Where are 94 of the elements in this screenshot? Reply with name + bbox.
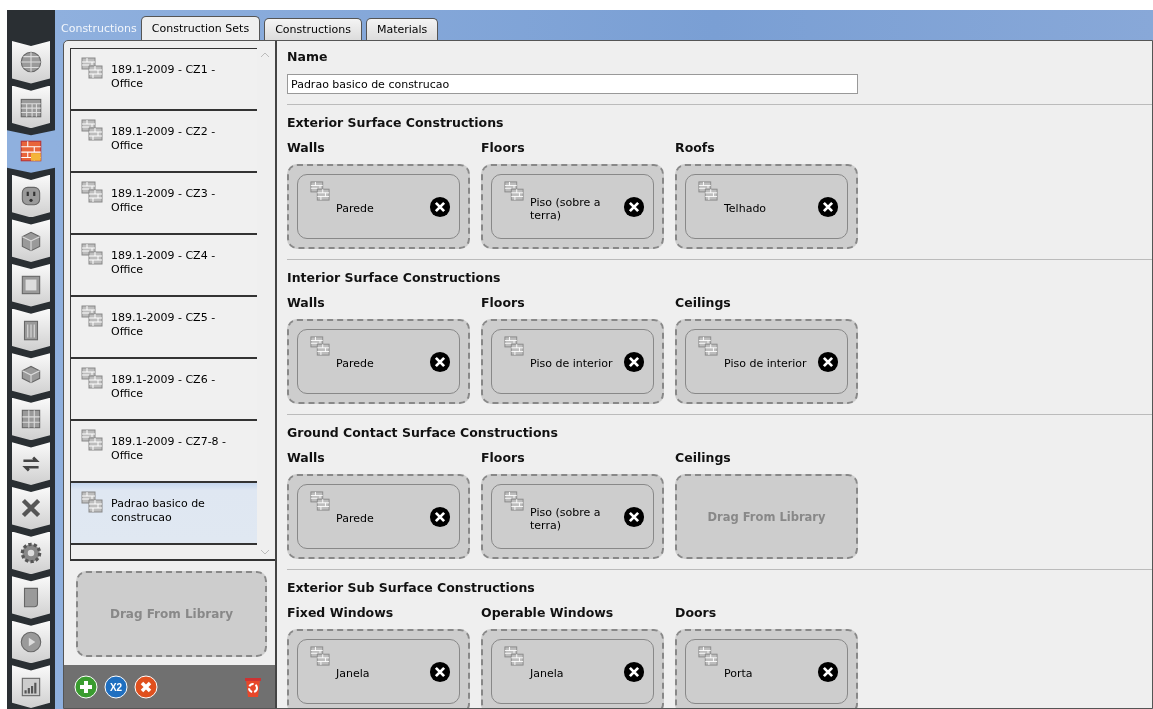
remove-icon xyxy=(623,505,645,528)
nav-tab[interactable] xyxy=(12,263,50,307)
name-field[interactable]: Padrao basico de construcao xyxy=(287,74,858,94)
bricks-icon xyxy=(81,367,103,389)
nav-tab[interactable] xyxy=(7,130,55,173)
bricks-icon xyxy=(310,646,330,666)
drop-zone[interactable]: Telhado xyxy=(675,164,858,249)
remove-icon xyxy=(623,350,645,373)
remove-icon xyxy=(429,195,451,218)
drop-zone[interactable]: Parede xyxy=(287,474,470,559)
remove-icon xyxy=(817,660,839,683)
construction-card[interactable]: Parede xyxy=(297,484,460,549)
remove-icon xyxy=(817,195,839,218)
remove-button[interactable] xyxy=(134,674,158,699)
remove-icon xyxy=(623,660,645,683)
slot-label: Walls xyxy=(287,295,326,310)
slot-label: Doors xyxy=(675,605,718,620)
nav-tab[interactable] xyxy=(12,531,50,575)
nav-tab[interactable] xyxy=(12,41,50,84)
bricks-icon xyxy=(698,336,718,356)
name-label: Name xyxy=(287,49,329,64)
bricks-icon xyxy=(310,336,330,356)
bricks-icon xyxy=(81,429,103,451)
add-button[interactable] xyxy=(74,674,98,699)
tab[interactable]: Materials xyxy=(365,18,439,40)
bricks-icon xyxy=(504,491,524,511)
drop-zone[interactable]: Piso (sobre a terra) xyxy=(481,474,664,559)
tab[interactable]: Construction Sets xyxy=(140,16,261,40)
drop-zone[interactable]: Parede xyxy=(287,319,470,404)
bricks-icon xyxy=(504,336,524,356)
drop-zone[interactable]: Piso de interior xyxy=(675,319,858,404)
construction-card[interactable]: Piso de interior xyxy=(491,329,654,394)
slot-label: Walls xyxy=(287,140,326,155)
bricks-icon xyxy=(81,305,103,327)
nav-tab[interactable] xyxy=(12,174,50,218)
bricks-icon xyxy=(504,181,524,201)
tab[interactable]: Constructions xyxy=(264,18,362,40)
remove-icon xyxy=(623,195,645,218)
header-label: Constructions xyxy=(61,21,137,35)
construction-card[interactable]: Piso (sobre a terra) xyxy=(491,174,654,239)
slot-label: Ceilings xyxy=(675,450,732,465)
construction-card[interactable]: Janela xyxy=(297,639,460,704)
bricks-icon xyxy=(81,243,103,265)
list-item[interactable]: Padrao basico de construcao xyxy=(71,483,257,545)
nav-tab[interactable] xyxy=(12,397,50,441)
slot-label: Walls xyxy=(287,450,326,465)
construction-card[interactable]: Porta xyxy=(685,639,848,704)
nav-tab[interactable] xyxy=(12,442,50,485)
section-title: Exterior Sub Surface Constructions xyxy=(287,580,536,595)
nav-tab[interactable] xyxy=(12,308,50,352)
remove-icon xyxy=(429,660,451,683)
nav-tab[interactable] xyxy=(12,85,50,129)
slot-label: Fixed Windows xyxy=(287,605,395,620)
drop-zone[interactable]: Parede xyxy=(287,164,470,249)
remove-icon xyxy=(817,350,839,373)
nav-tab[interactable] xyxy=(12,353,50,396)
section-title: Interior Surface Constructions xyxy=(287,270,502,285)
nav-tab[interactable] xyxy=(12,665,50,708)
slot-label: Floors xyxy=(481,295,526,310)
nav-tab[interactable] xyxy=(12,620,50,664)
construction-card[interactable]: Piso de interior xyxy=(685,329,848,394)
bricks-icon xyxy=(698,646,718,666)
copy-button[interactable]: X2 xyxy=(104,674,128,699)
slot-label: Floors xyxy=(481,140,526,155)
nav-tab[interactable] xyxy=(12,486,50,530)
bricks-icon xyxy=(81,491,103,513)
drop-zone[interactable]: Janela xyxy=(287,629,470,708)
bricks-icon xyxy=(81,181,103,203)
slot-label: Operable Windows xyxy=(481,605,615,620)
construction-card[interactable]: Parede xyxy=(297,174,460,239)
bricks-icon xyxy=(81,57,103,79)
bricks-icon xyxy=(698,181,718,201)
section-title: Exterior Surface Constructions xyxy=(287,115,505,130)
drop-zone[interactable]: Janela xyxy=(481,629,664,708)
bricks-icon xyxy=(81,119,103,141)
slot-label: Ceilings xyxy=(675,295,732,310)
slot-label: Floors xyxy=(481,450,526,465)
drop-zone[interactable]: Piso de interior xyxy=(481,319,664,404)
play-icon xyxy=(18,629,44,655)
bricks-icon xyxy=(310,491,330,511)
nav-tab[interactable] xyxy=(12,576,50,619)
construction-card[interactable]: Piso (sobre a terra) xyxy=(491,484,654,549)
bricks-icon xyxy=(504,646,524,666)
section-title: Ground Contact Surface Constructions xyxy=(287,425,559,440)
remove-icon xyxy=(429,505,451,528)
drop-zone[interactable]: Piso (sobre a terra) xyxy=(481,164,664,249)
remove-icon xyxy=(429,350,451,373)
nav-tab[interactable] xyxy=(12,219,50,262)
construction-card[interactable]: Telhado xyxy=(685,174,848,239)
slot-label: Roofs xyxy=(675,140,716,155)
construction-card[interactable]: Janela xyxy=(491,639,654,704)
construction-card[interactable]: Parede xyxy=(297,329,460,394)
bricks-icon xyxy=(310,181,330,201)
drop-zone[interactable]: Porta xyxy=(675,629,858,708)
